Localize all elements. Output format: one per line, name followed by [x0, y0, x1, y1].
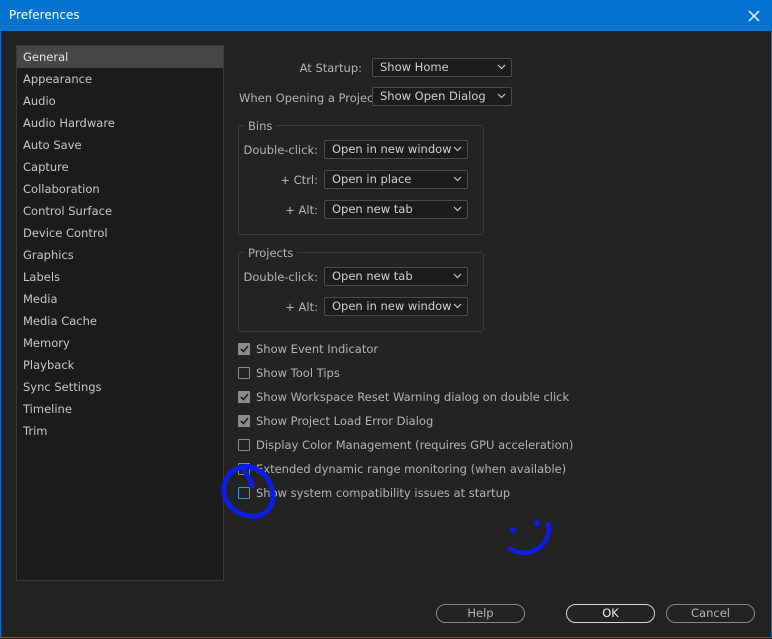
bins-ctrl-dropdown[interactable]: Open in place — [324, 170, 468, 189]
when-opening-dropdown[interactable]: Show Open Dialog — [372, 87, 512, 106]
sidebar-item-media-cache[interactable]: Media Cache — [17, 310, 223, 332]
extended-dynamic-range-checkbox[interactable]: Extended dynamic range monitoring (when … — [238, 460, 566, 478]
sidebar-item-general[interactable]: General — [17, 46, 223, 68]
display-color-management-checkbox[interactable]: Display Color Management (requires GPU a… — [238, 436, 573, 454]
chevron-down-icon — [453, 176, 462, 182]
checkbox-box[interactable] — [238, 439, 250, 451]
bins-alt-dropdown[interactable]: Open new tab — [324, 200, 468, 219]
checkbox-label: Show Project Load Error Dialog — [256, 414, 434, 428]
show-workspace-reset-warning-checkbox[interactable]: Show Workspace Reset Warning dialog on d… — [238, 388, 569, 406]
chevron-down-icon — [497, 93, 506, 99]
sidebar-item-graphics[interactable]: Graphics — [17, 244, 223, 266]
projects-double-click-value: Open new tab — [332, 269, 413, 283]
at-startup-dropdown[interactable]: Show Home — [372, 58, 512, 77]
checkbox-label: Show Event Indicator — [256, 342, 379, 356]
sidebar-item-trim[interactable]: Trim — [17, 420, 223, 442]
sidebar-item-labels[interactable]: Labels — [17, 266, 223, 288]
at-startup-value: Show Home — [380, 60, 449, 74]
show-project-load-error-checkbox[interactable]: Show Project Load Error Dialog — [238, 412, 433, 430]
checkbox-label: Show Tool Tips — [256, 366, 340, 380]
checkbox-box[interactable] — [238, 391, 250, 403]
projects-alt-value: Open in new window — [332, 299, 452, 313]
checkmark-icon — [239, 393, 249, 401]
help-button[interactable]: Help — [436, 604, 525, 623]
bins-ctrl-label: + Ctrl: — [280, 173, 318, 187]
chevron-down-icon — [497, 64, 506, 70]
checkbox-label: Extended dynamic range monitoring (when … — [256, 462, 567, 476]
chevron-down-icon — [453, 146, 462, 152]
close-button[interactable] — [736, 0, 772, 31]
checkbox-box[interactable] — [238, 487, 250, 499]
when-opening-value: Show Open Dialog — [380, 89, 486, 103]
chevron-down-icon — [453, 273, 462, 279]
close-icon — [748, 10, 760, 21]
bins-double-click-label: Double-click: — [243, 143, 318, 157]
checkbox-box[interactable] — [238, 343, 250, 355]
sidebar-item-sync-settings[interactable]: Sync Settings — [17, 376, 223, 398]
checkbox-box[interactable] — [238, 463, 250, 475]
checkbox-label: Show system compatibility issues at star… — [256, 486, 511, 500]
sidebar-item-control-surface[interactable]: Control Surface — [17, 200, 223, 222]
projects-alt-label: + Alt: — [285, 300, 318, 314]
checkmark-icon — [239, 345, 249, 353]
title-bar: Preferences — [0, 0, 772, 31]
sidebar-item-media[interactable]: Media — [17, 288, 223, 310]
cancel-button[interactable]: Cancel — [666, 604, 755, 623]
bins-alt-value: Open new tab — [332, 202, 413, 216]
bins-double-click-value: Open in new window — [332, 142, 452, 156]
at-startup-label: At Startup: — [299, 61, 362, 75]
show-system-compatibility-checkbox[interactable]: Show system compatibility issues at star… — [238, 484, 510, 502]
bins-alt-label: + Alt: — [285, 203, 318, 217]
ok-button[interactable]: OK — [566, 604, 655, 623]
chevron-down-icon — [453, 206, 462, 212]
bins-ctrl-value: Open in place — [332, 172, 412, 186]
chevron-down-icon — [453, 303, 462, 309]
bins-double-click-dropdown[interactable]: Open in new window — [324, 140, 468, 159]
projects-double-click-label: Double-click: — [243, 270, 318, 284]
sidebar-item-appearance[interactable]: Appearance — [17, 68, 223, 90]
bins-group-title: Bins — [244, 119, 277, 133]
sidebar-item-playback[interactable]: Playback — [17, 354, 223, 376]
show-tool-tips-checkbox[interactable]: Show Tool Tips — [238, 364, 340, 382]
window-title: Preferences — [9, 8, 80, 22]
show-event-indicator-checkbox[interactable]: Show Event Indicator — [238, 340, 378, 358]
sidebar-item-collaboration[interactable]: Collaboration — [17, 178, 223, 200]
preferences-category-list[interactable]: General Appearance Audio Audio Hardware … — [16, 45, 224, 581]
when-opening-label: When Opening a Project: — [239, 91, 382, 105]
checkbox-box[interactable] — [238, 415, 250, 427]
checkbox-label: Display Color Management (requires GPU a… — [256, 438, 574, 452]
projects-double-click-dropdown[interactable]: Open new tab — [324, 267, 468, 286]
checkbox-box[interactable] — [238, 367, 250, 379]
sidebar-item-memory[interactable]: Memory — [17, 332, 223, 354]
checkbox-label: Show Workspace Reset Warning dialog on d… — [256, 390, 570, 404]
projects-group — [238, 252, 484, 332]
sidebar-item-device-control[interactable]: Device Control — [17, 222, 223, 244]
sidebar-item-timeline[interactable]: Timeline — [17, 398, 223, 420]
projects-alt-dropdown[interactable]: Open in new window — [324, 297, 468, 316]
sidebar-item-audio[interactable]: Audio — [17, 90, 223, 112]
projects-group-title: Projects — [244, 246, 298, 260]
sidebar-item-capture[interactable]: Capture — [17, 156, 223, 178]
checkmark-icon — [239, 417, 249, 425]
sidebar-item-auto-save[interactable]: Auto Save — [17, 134, 223, 156]
sidebar-item-audio-hardware[interactable]: Audio Hardware — [17, 112, 223, 134]
